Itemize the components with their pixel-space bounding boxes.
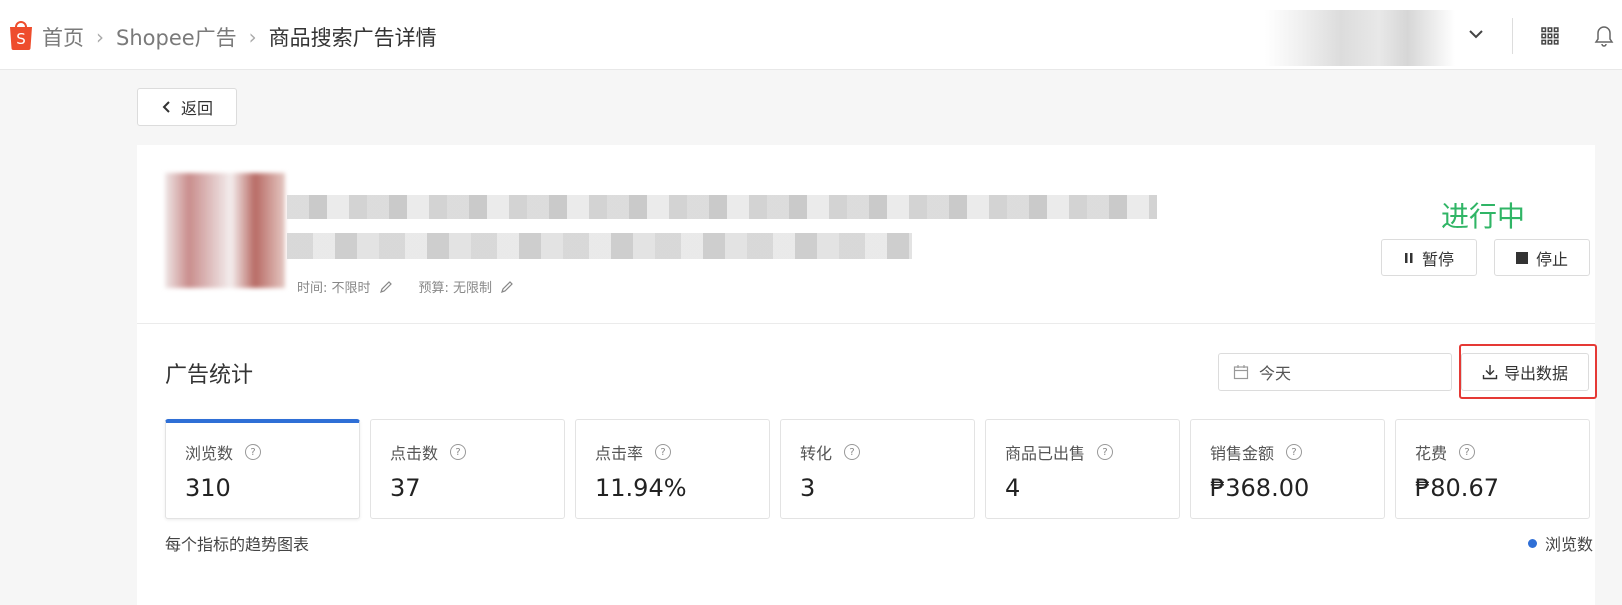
metric-value: 3 bbox=[800, 474, 816, 502]
budget-setting: 预算: 无限制 bbox=[419, 277, 515, 296]
chevron-left-icon bbox=[162, 101, 170, 113]
metric-cards: 浏览数 ? 310 点击数 ? 37 点击率 ? 11.94% 转化 ? 3 商… bbox=[165, 419, 1590, 519]
chart-legend[interactable]: 浏览数 bbox=[1527, 531, 1593, 555]
breadcrumb-home[interactable]: 首页 bbox=[42, 22, 84, 52]
pause-button[interactable]: 暂停 bbox=[1381, 239, 1477, 276]
metric-label: 商品已出售 ? bbox=[1005, 440, 1179, 464]
product-title-blurred bbox=[287, 195, 1157, 219]
help-question-icon[interactable]: ? bbox=[1286, 444, 1303, 460]
metric-value: 310 bbox=[185, 474, 231, 502]
metric-label: 花费 ? bbox=[1415, 440, 1589, 464]
metric-card-impressions[interactable]: 浏览数 ? 310 bbox=[165, 419, 360, 519]
status-badge: 进行中 bbox=[1440, 200, 1525, 233]
trend-chart-label: 每个指标的趋势图表 bbox=[165, 535, 310, 554]
breadcrumb: 首页 › Shopee广告 › 商品搜索广告详情 bbox=[42, 22, 437, 52]
stop-button[interactable]: 停止 bbox=[1494, 239, 1590, 276]
breadcrumb-ads[interactable]: Shopee广告 bbox=[116, 22, 237, 52]
svg-text:S: S bbox=[16, 30, 26, 48]
edit-pencil-icon[interactable] bbox=[500, 280, 514, 294]
section-title: 广告统计 bbox=[165, 363, 254, 388]
metric-value: ₱368.00 bbox=[1210, 474, 1310, 502]
export-data-button[interactable]: 导出数据 bbox=[1461, 353, 1589, 391]
back-button-label: 返回 bbox=[180, 99, 213, 118]
metric-card-sales[interactable]: 销售金额 ? ₱368.00 bbox=[1190, 419, 1385, 519]
user-account-blurred[interactable] bbox=[1265, 10, 1455, 66]
metric-card-ctr[interactable]: 点击率 ? 11.94% bbox=[575, 419, 770, 519]
metric-label-text: 花费 bbox=[1415, 444, 1448, 463]
metric-card-expense[interactable]: 花费 ? ₱80.67 bbox=[1395, 419, 1590, 519]
divider bbox=[1512, 18, 1513, 54]
edit-pencil-icon[interactable] bbox=[379, 280, 393, 294]
product-title-blurred-line2 bbox=[287, 233, 912, 259]
legend-label: 浏览数 bbox=[1544, 535, 1593, 554]
metric-label-text: 转化 bbox=[800, 444, 833, 463]
metric-card-conversions[interactable]: 转化 ? 3 bbox=[780, 419, 975, 519]
legend-dot-icon bbox=[1527, 538, 1537, 548]
calendar-icon bbox=[1233, 365, 1249, 380]
metric-label-text: 点击数 bbox=[390, 444, 439, 463]
apps-grid-icon[interactable] bbox=[1540, 26, 1560, 46]
product-thumbnail[interactable] bbox=[165, 173, 285, 288]
download-icon bbox=[1482, 365, 1498, 380]
metric-card-clicks[interactable]: 点击数 ? 37 bbox=[370, 419, 565, 519]
breadcrumb-current: 商品搜索广告详情 bbox=[268, 26, 437, 50]
metric-label: 销售金额 ? bbox=[1210, 440, 1384, 464]
divider bbox=[137, 323, 1595, 324]
metric-label-text: 点击率 bbox=[595, 444, 644, 463]
chevron-right-icon: › bbox=[96, 25, 104, 49]
export-label: 导出数据 bbox=[1503, 364, 1568, 383]
metric-value: ₱80.67 bbox=[1415, 474, 1499, 502]
help-question-icon[interactable]: ? bbox=[450, 444, 467, 460]
stop-label: 停止 bbox=[1535, 249, 1568, 269]
bell-icon[interactable] bbox=[1594, 25, 1614, 47]
pause-label: 暂停 bbox=[1421, 249, 1454, 269]
metric-card-items-sold[interactable]: 商品已出售 ? 4 bbox=[985, 419, 1180, 519]
help-question-icon[interactable]: ? bbox=[1097, 444, 1114, 460]
time-setting: 时间: 不限时 bbox=[297, 277, 393, 296]
metric-label: 浏览数 ? bbox=[185, 440, 359, 464]
chevron-down-icon[interactable] bbox=[1468, 28, 1484, 40]
top-navigation-bar: S 首页 › Shopee广告 › 商品搜索广告详情 bbox=[0, 0, 1622, 70]
metric-label-text: 销售金额 bbox=[1210, 444, 1275, 463]
shopee-logo-icon[interactable]: S bbox=[6, 18, 36, 50]
pause-icon bbox=[1404, 252, 1413, 263]
metric-label: 点击率 ? bbox=[595, 440, 769, 464]
help-question-icon[interactable]: ? bbox=[844, 444, 861, 460]
date-picker-value: 今天 bbox=[1259, 364, 1292, 383]
chevron-right-icon: › bbox=[248, 25, 257, 49]
metric-label: 点击数 ? bbox=[390, 440, 564, 464]
ad-meta: 时间: 不限时 预算: 无限制 bbox=[297, 277, 514, 296]
help-question-icon[interactable]: ? bbox=[1459, 444, 1476, 460]
ad-detail-panel: 时间: 不限时 预算: 无限制 进行中 暂停 停止 广告统计 今天 导出数据 浏… bbox=[137, 145, 1597, 605]
metric-label-text: 浏览数 bbox=[185, 444, 234, 463]
stop-icon bbox=[1515, 251, 1528, 264]
metric-label-text: 商品已出售 bbox=[1005, 444, 1086, 463]
back-button[interactable]: 返回 bbox=[137, 88, 237, 126]
metric-value: 11.94% bbox=[595, 474, 687, 502]
budget-label: 预算: 无限制 bbox=[418, 281, 493, 296]
help-question-icon[interactable]: ? bbox=[655, 444, 672, 460]
metric-value: 4 bbox=[1005, 474, 1021, 502]
metric-value: 37 bbox=[390, 474, 421, 502]
time-label: 时间: 不限时 bbox=[297, 281, 371, 296]
date-picker[interactable]: 今天 bbox=[1218, 353, 1452, 391]
metric-label: 转化 ? bbox=[800, 440, 974, 464]
help-question-icon[interactable]: ? bbox=[245, 444, 262, 460]
